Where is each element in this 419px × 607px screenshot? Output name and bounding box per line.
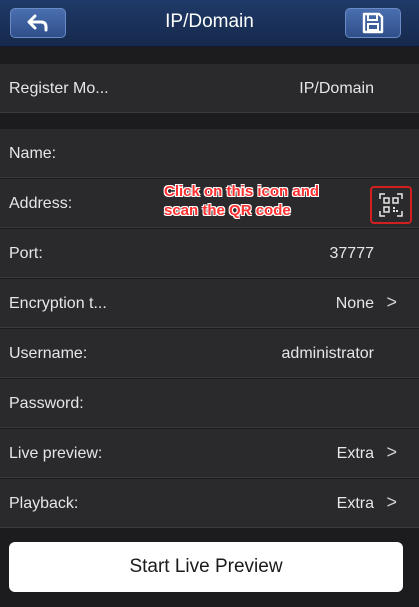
- page-title: IP/Domain: [165, 11, 254, 32]
- annotation-callout: Click on this icon and scan the QR code: [164, 182, 319, 220]
- back-button[interactable]: [10, 8, 66, 38]
- back-arrow-icon: [27, 14, 48, 32]
- annotation-line-1: Click on this icon and: [164, 183, 320, 200]
- port-row[interactable]: Port: 37777: [0, 229, 419, 278]
- chevron-right-icon: >: [386, 442, 397, 462]
- start-live-preview-button[interactable]: Start Live Preview: [9, 542, 403, 592]
- register-mode-value: IP/Domain: [299, 80, 374, 97]
- annotation-line-2: scan the QR code: [164, 202, 291, 219]
- playback-label: Playback:: [9, 495, 79, 512]
- register-mode-label: Register Mo...: [9, 80, 109, 97]
- address-label: Address:: [9, 195, 73, 212]
- username-row[interactable]: Username: administrator: [0, 329, 419, 378]
- qr-scan-icon: [379, 193, 403, 217]
- live-preview-row[interactable]: Live preview: Extra >: [0, 429, 419, 478]
- name-row[interactable]: Name:: [0, 129, 419, 178]
- chevron-right-icon: >: [386, 492, 397, 512]
- port-label: Port:: [9, 245, 43, 262]
- encryption-row[interactable]: Encryption t... None >: [0, 279, 419, 328]
- password-label: Password:: [9, 395, 84, 412]
- username-value[interactable]: administrator: [282, 329, 374, 378]
- nav-bar: IP/Domain: [0, 0, 419, 47]
- register-mode-row[interactable]: Register Mo... IP/Domain: [0, 64, 419, 113]
- chevron-right-icon: >: [386, 292, 397, 312]
- qr-scan-button[interactable]: [370, 186, 412, 224]
- password-row[interactable]: Password:: [0, 379, 419, 428]
- save-button[interactable]: [345, 8, 401, 38]
- section-gap: [0, 48, 419, 64]
- playback-row[interactable]: Playback: Extra >: [0, 479, 419, 528]
- playback-value: Extra: [336, 495, 374, 512]
- live-preview-value: Extra: [336, 445, 374, 462]
- port-value[interactable]: 37777: [330, 229, 375, 278]
- name-label: Name:: [9, 145, 57, 162]
- encryption-label: Encryption t...: [9, 295, 107, 312]
- encryption-value: None: [335, 295, 374, 312]
- section-gap: [0, 113, 419, 129]
- save-floppy-icon: [362, 12, 384, 34]
- username-label: Username:: [9, 345, 88, 362]
- live-preview-label: Live preview:: [9, 445, 103, 462]
